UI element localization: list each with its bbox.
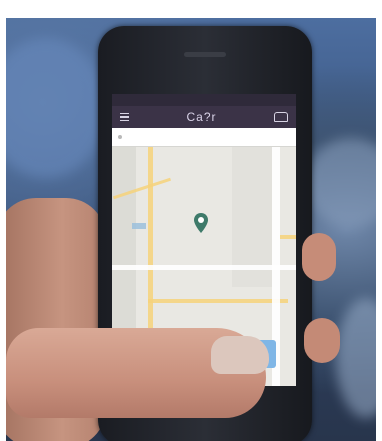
map-road [148, 147, 153, 347]
car-icon[interactable] [273, 112, 288, 122]
map-label [132, 223, 146, 229]
status-bar [112, 94, 296, 106]
map-road [280, 235, 296, 239]
photo-scene: Ca?r [6, 18, 376, 441]
right-finger [304, 318, 340, 363]
phone-speaker [184, 52, 226, 57]
app-navbar: Ca?r [112, 106, 296, 128]
background-bokeh [306, 138, 376, 228]
right-finger [302, 233, 336, 281]
background-bokeh [336, 298, 376, 418]
location-pin-icon [194, 213, 208, 233]
app-logo: Ca?r [186, 110, 217, 124]
map-road [112, 265, 296, 270]
map-road [148, 299, 288, 303]
background-bokeh [6, 38, 106, 178]
hamburger-icon[interactable] [120, 111, 129, 124]
thumbnail [211, 336, 269, 374]
address-dot-icon [118, 135, 122, 139]
pickup-address-bar[interactable] [112, 128, 296, 147]
